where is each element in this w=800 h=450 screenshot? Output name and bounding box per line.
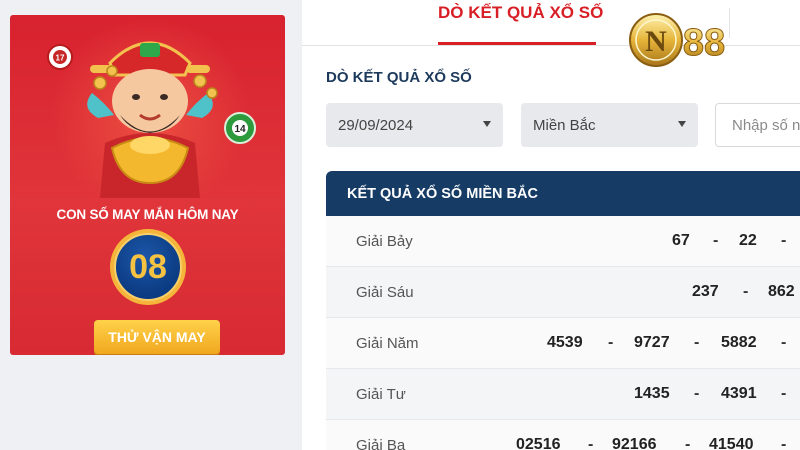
try-luck-button[interactable]: THỬ VẬN MAY: [94, 320, 220, 354]
table-row: Giải Ba 02516 - 92166 - 41540 -: [326, 420, 800, 450]
prize-label: Giải Bảy: [356, 233, 413, 250]
ball-left-number: 17: [56, 54, 65, 63]
value-separator: -: [713, 232, 719, 249]
number-input[interactable]: [715, 103, 800, 147]
chevron-down-icon: [678, 121, 686, 127]
prize-value: 41540: [709, 436, 754, 450]
lucky-number-badge: 08: [110, 229, 186, 305]
value-separator: -: [608, 334, 614, 351]
prize-value: 22: [739, 232, 757, 249]
prize-value: 02516: [516, 436, 561, 450]
value-separator: -: [694, 385, 700, 402]
date-select-value: 29/09/2024: [338, 116, 414, 134]
prize-label: Giải Ba: [356, 437, 406, 450]
prize-value: 5882: [721, 334, 757, 351]
prize-label: Giải Sáu: [356, 284, 414, 301]
prize-label: Giải Năm: [356, 335, 419, 352]
logo-letter: N: [645, 25, 667, 58]
value-separator: -: [685, 436, 691, 450]
tab-check-results[interactable]: DÒ KẾT QUẢ XỔ SỐ: [438, 3, 603, 23]
active-tab-underline: [438, 42, 596, 45]
prize-value: 67: [672, 232, 690, 249]
god-of-wealth-mascot-icon: [87, 41, 218, 198]
prize-value: 1435: [634, 385, 670, 402]
table-row: Giải Năm 4539 - 9727 - 5882 -: [326, 318, 800, 369]
date-select[interactable]: 29/09/2024: [326, 103, 503, 147]
ball-right-number: 14: [234, 124, 246, 135]
value-separator: -: [781, 436, 787, 450]
n88-logo-icon: N 88: [629, 13, 726, 67]
prize-value: 4391: [721, 385, 757, 402]
logo-number: 88: [683, 22, 725, 64]
value-separator: -: [588, 436, 594, 450]
prize-value: 9727: [634, 334, 670, 351]
prize-label: Giải Tư: [356, 386, 406, 403]
region-select[interactable]: Miền Bắc: [521, 103, 698, 147]
value-separator: -: [743, 283, 749, 300]
value-separator: -: [781, 232, 787, 249]
chevron-down-icon: [483, 121, 491, 127]
prize-value: 4539: [547, 334, 583, 351]
results-table: KẾT QUẢ XỔ SỐ MIỀN BẮC Giải Bảy 67 - 22 …: [326, 171, 800, 450]
value-separator: -: [781, 334, 787, 351]
lucky-title: CON SỐ MAY MẮN HÔM NAY: [56, 207, 239, 222]
table-row: Giải Tư 1435 - 4391 -: [326, 369, 800, 420]
lucky-number-inner: 08: [114, 233, 182, 301]
table-row: Giải Bảy 67 - 22 -: [326, 216, 800, 267]
section-title: DÒ KẾT QUẢ XỔ SỐ: [326, 69, 472, 86]
table-row: Giải Sáu 237 - 862: [326, 267, 800, 318]
prize-value: 237: [692, 283, 719, 300]
results-header: KẾT QUẢ XỔ SỐ MIỀN BẮC: [326, 171, 800, 216]
prize-value: 92166: [612, 436, 657, 450]
lucky-number-panel: 17 14 CON SỐ MAY MẮN HÔM NAY 08 THỬ VẬN …: [10, 15, 285, 355]
value-separator: -: [694, 334, 700, 351]
prize-value: 862: [768, 283, 795, 300]
lucky-number: 08: [129, 247, 167, 286]
value-separator: -: [781, 385, 787, 402]
region-select-value: Miền Bắc: [533, 116, 596, 134]
